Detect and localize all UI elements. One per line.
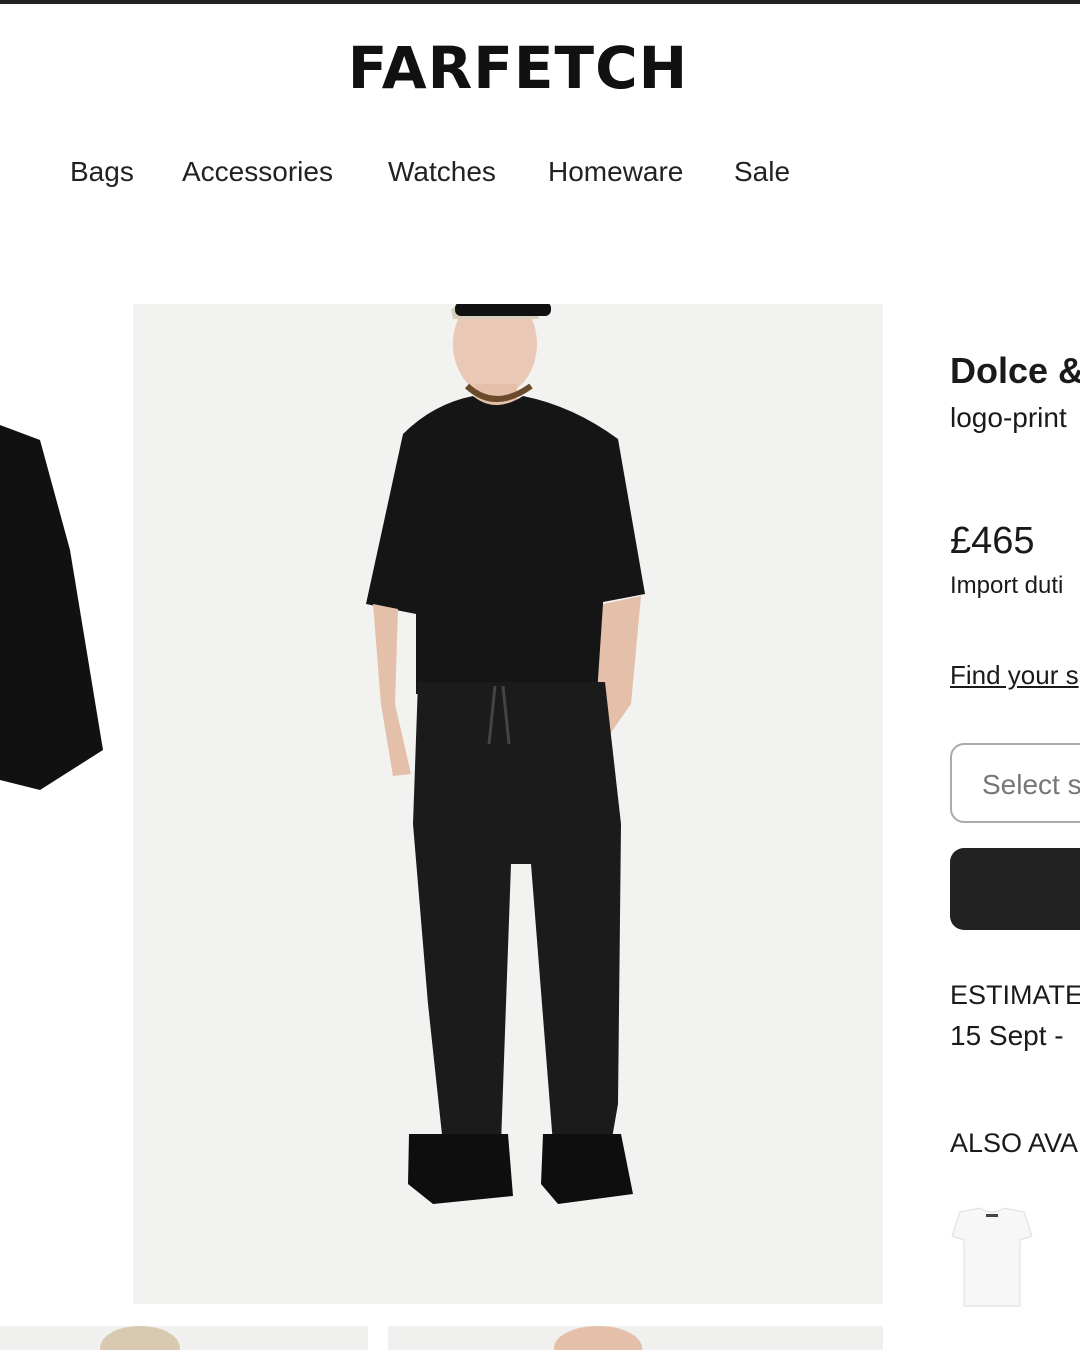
import-duties-note: Import duti bbox=[950, 572, 1064, 599]
size-guide-link[interactable]: Find your s bbox=[950, 660, 1079, 691]
model-figure-image bbox=[366, 304, 645, 1204]
model-head-image bbox=[100, 1326, 180, 1350]
estimated-delivery-label: ESTIMATE bbox=[950, 980, 1080, 1010]
product-thumbnail-bottom-2[interactable] bbox=[388, 1326, 883, 1350]
product-thumbnail-bottom-1[interactable] bbox=[0, 1326, 368, 1350]
estimated-delivery-date: 15 Sept - bbox=[950, 1020, 1064, 1051]
product-description: logo-print bbox=[950, 402, 1067, 433]
product-price: £465 bbox=[950, 520, 1035, 562]
size-select-dropdown[interactable]: Select s bbox=[950, 743, 1080, 823]
nav-item-accessories[interactable]: Accessories bbox=[182, 156, 333, 188]
farfetch-logo[interactable]: FARFETCH bbox=[0, 34, 1036, 102]
product-brand[interactable]: Dolce & bbox=[950, 350, 1080, 392]
model-head-image bbox=[554, 1326, 642, 1350]
product-thumbnail-flat[interactable] bbox=[0, 300, 110, 820]
product-info-panel: Dolce & logo-print £465 Import duti Find… bbox=[950, 340, 1080, 1350]
also-available-label: ALSO AVA bbox=[950, 1128, 1079, 1158]
white-tshirt-image bbox=[951, 1207, 1033, 1307]
top-border bbox=[0, 0, 1080, 4]
nav-item-homeware[interactable]: Homeware bbox=[548, 156, 683, 188]
nav-item-sale[interactable]: Sale bbox=[734, 156, 790, 188]
nav-item-bags[interactable]: Bags bbox=[70, 156, 134, 188]
size-select-placeholder: Select s bbox=[982, 769, 1080, 800]
also-available-white-tshirt[interactable] bbox=[950, 1206, 1034, 1310]
add-to-bag-button[interactable] bbox=[950, 848, 1080, 930]
nav-item-watches[interactable]: Watches bbox=[388, 156, 496, 188]
tshirt-flat-image bbox=[0, 425, 103, 790]
product-main-image[interactable] bbox=[133, 304, 883, 1304]
